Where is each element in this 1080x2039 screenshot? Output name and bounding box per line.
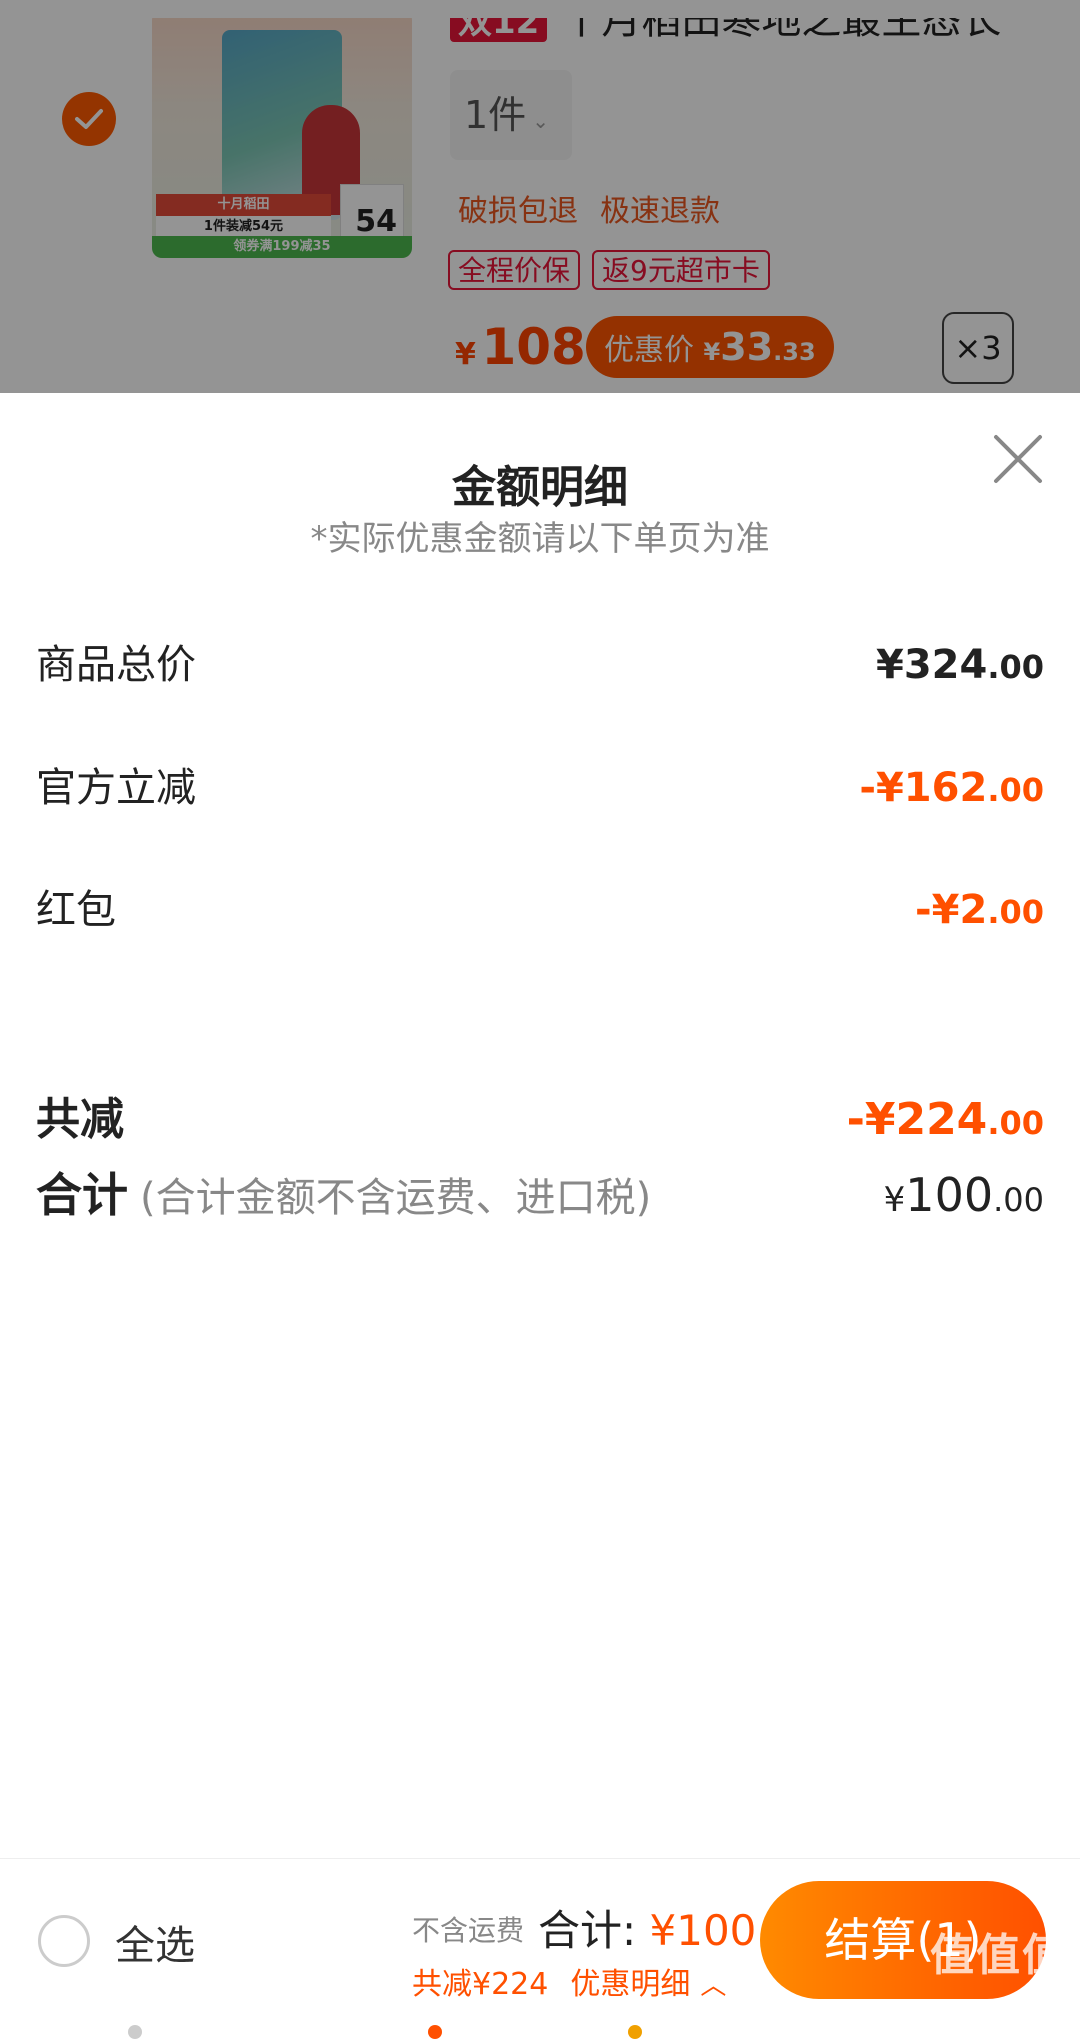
row-official-discount: 官方立减 -¥162.00 (36, 758, 1044, 818)
row-grand-total: 合计 (合计金额不含运费、进口税) ¥100.00 (36, 1165, 1044, 1225)
dim-overlay[interactable] (0, 0, 1080, 393)
select-all-label[interactable]: 全选 (115, 1913, 195, 1971)
sum-total: 合计: ¥100 (538, 1906, 757, 1955)
watermark: 值值值 (930, 1930, 1068, 1981)
grand-total-value: ¥100.00 (883, 1168, 1044, 1222)
close-icon[interactable] (990, 431, 1046, 487)
amount-detail-sheet: 金额明细 *实际优惠金额请以下单页为准 商品总价 ¥324.00 官方立减 -¥… (0, 393, 1080, 1858)
goods-total-value: ¥324.00 (875, 642, 1044, 688)
reduced-amount: 共减¥224 (412, 1967, 549, 2002)
row-goods-total: 商品总价 ¥324.00 (36, 635, 1044, 695)
total-reduction-value: -¥224.00 (846, 1094, 1044, 1145)
checkout-bar: 全选 不含运费 合计: ¥100 共减¥224 优惠明细 ︿ 结算(1) 值值值 z… (0, 1858, 1080, 2039)
official-discount-value: -¥162.00 (859, 765, 1044, 811)
select-all-checkbox[interactable] (38, 1915, 90, 1967)
chevron-up-icon[interactable]: ︿ (700, 1965, 726, 2002)
discount-detail-line[interactable]: 共减¥224 优惠明细 ︿ (412, 1959, 726, 2003)
tab-bar-stub (0, 2019, 1080, 2039)
discount-detail-link[interactable]: 优惠明细 (570, 1967, 690, 2002)
row-red-packet: 红包 -¥2.00 (36, 880, 1044, 940)
row-total-reduction: 共减 -¥224.00 (36, 1090, 1044, 1150)
panel-title: 金额明细 (452, 462, 628, 513)
shipping-note: 不含运费 (412, 1914, 525, 1947)
red-packet-value: -¥2.00 (915, 887, 1044, 933)
total-note: (合计金额不含运费、进口税) (140, 1175, 652, 1221)
panel-subtitle: *实际优惠金额请以下单页为准 (310, 519, 770, 559)
